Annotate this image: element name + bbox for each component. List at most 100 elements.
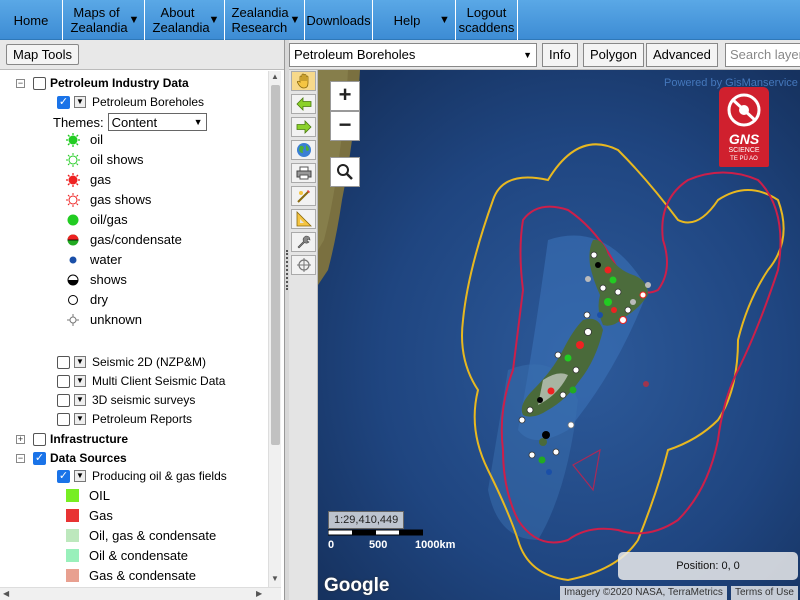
field-legend-item: OIL	[66, 488, 110, 503]
print-icon[interactable]	[291, 163, 316, 183]
nav-maps-of-zealandia[interactable]: Maps of Zealandia ▼	[63, 0, 145, 40]
terms-of-use-link[interactable]: Terms of Use	[731, 586, 798, 600]
vertical-scrollbar[interactable]: ▲ ▼	[268, 71, 281, 587]
nav-about-zealandia[interactable]: About Zealandia ▼	[145, 0, 225, 40]
legend-label: gas	[90, 172, 111, 187]
layer-label: Petroleum Reports	[92, 412, 193, 426]
collapse-icon[interactable]: −	[16, 453, 25, 463]
crosshair-icon[interactable]	[291, 255, 316, 275]
petroleum-group-label: Petroleum Industry Data	[50, 76, 189, 90]
petroleum-group-checkbox[interactable]	[33, 76, 46, 90]
data-sources-label: Data Sources	[50, 451, 127, 465]
horizontal-scrollbar[interactable]: ◀ ▶	[0, 587, 281, 600]
field-legend-item: Gas & condensate	[66, 568, 196, 583]
legend-label: oil/gas	[90, 212, 128, 227]
nav-logout[interactable]: Logout scaddens	[456, 0, 518, 40]
nav-zealandia-research[interactable]: Zealandia Research ▼	[225, 0, 305, 40]
pan-hand-icon[interactable]	[291, 71, 316, 91]
nav-help[interactable]: Help ▼	[373, 0, 456, 40]
shows-icon	[66, 273, 80, 287]
zoom-out-button[interactable]: −	[330, 111, 360, 141]
layer-options-icon[interactable]: ▼	[74, 394, 86, 406]
producing-fields-label: Producing oil & gas fields	[92, 469, 227, 483]
scale-bar	[328, 529, 423, 536]
chevron-down-icon: ▼	[193, 117, 203, 127]
tree-layer-multi-client: ▼ Multi Client Seismic Data	[57, 374, 225, 388]
advanced-button[interactable]: Advanced	[646, 43, 718, 67]
layer-options-icon[interactable]: ▼	[74, 375, 86, 387]
wrench-icon[interactable]	[291, 232, 316, 252]
legend-label: dry	[90, 292, 109, 307]
previous-extent-icon[interactable]	[291, 94, 316, 114]
oil-icon	[66, 132, 80, 147]
map-canvas[interactable]: Powered by GisManservice GNS SCIENCE TE …	[318, 70, 800, 600]
scale-label-500: 500	[369, 539, 388, 551]
legend-label: shows	[90, 272, 127, 287]
chevron-down-icon[interactable]: ▼	[129, 13, 143, 28]
legend-label: gas shows	[90, 192, 152, 207]
collapse-icon[interactable]: −	[16, 78, 25, 88]
cursor-position-readout: Position: 0, 0	[618, 552, 798, 580]
data-sources-checkbox[interactable]: ✓	[33, 451, 46, 465]
map-tool-strip	[289, 70, 318, 600]
info-button[interactable]: Info	[542, 43, 578, 67]
zoom-box-button[interactable]	[330, 157, 360, 187]
scroll-left-icon[interactable]: ◀	[3, 589, 9, 598]
gns-emblem-icon	[727, 93, 761, 127]
tree-layer-producing-fields: ✓ ▼ Producing oil & gas fields	[57, 469, 227, 483]
layer-options-icon[interactable]: ▼	[74, 96, 86, 108]
legend-item: gas shows	[66, 192, 151, 207]
google-logo: Google	[324, 575, 390, 596]
layer-options-icon[interactable]: ▼	[74, 413, 86, 425]
next-extent-icon[interactable]	[291, 117, 316, 137]
search-layers-input[interactable]: Search layers	[725, 43, 800, 67]
scroll-down-icon[interactable]: ▼	[271, 574, 279, 583]
expand-icon[interactable]: +	[16, 434, 25, 444]
gas-shows-icon	[66, 192, 80, 207]
nav-research-label: Zealandia Research	[231, 5, 289, 35]
producing-fields-checkbox[interactable]: ✓	[57, 469, 70, 483]
boreholes-checkbox[interactable]: ✓	[57, 95, 70, 109]
nav-downloads[interactable]: Downloads	[305, 0, 373, 40]
layer-checkbox[interactable]	[57, 355, 70, 369]
layer-options-icon[interactable]: ▼	[74, 356, 86, 368]
layer-checkbox[interactable]	[57, 374, 70, 388]
layer-checkbox[interactable]	[57, 393, 70, 407]
globe-icon[interactable]	[291, 140, 316, 160]
oil-gas-icon	[66, 213, 80, 227]
layer-tree: − Petroleum Industry Data ✓ ▼ Petroleum …	[0, 71, 268, 587]
scrollbar-thumb[interactable]	[271, 85, 280, 445]
logo-subtext-maori: TE PŪ AO	[730, 156, 758, 162]
zoom-in-button[interactable]: +	[330, 81, 360, 111]
field-legend-item: Gas	[66, 508, 113, 523]
splitter-grip	[286, 250, 288, 290]
map-tools-header: Map Tools	[0, 40, 284, 70]
tree-layer-petroleum-reports: ▼ Petroleum Reports	[57, 412, 192, 426]
legend-label: unknown	[90, 312, 143, 327]
layer-select[interactable]: Petroleum Boreholes ▼	[289, 43, 537, 67]
measure-ruler-icon[interactable]	[291, 209, 316, 229]
layer-checkbox[interactable]	[57, 412, 70, 426]
draw-tools-icon[interactable]	[291, 186, 316, 206]
scale-label-0: 0	[328, 539, 335, 551]
infrastructure-checkbox[interactable]	[33, 432, 46, 446]
themes-select[interactable]: Content ▼	[107, 113, 207, 131]
legend-label: oil shows	[90, 152, 144, 167]
infrastructure-label: Infrastructure	[50, 432, 129, 446]
chevron-down-icon[interactable]: ▼	[209, 13, 223, 28]
chevron-down-icon[interactable]: ▼	[439, 13, 453, 28]
chevron-down-icon: ▼	[523, 50, 532, 60]
polygon-button[interactable]: Polygon	[583, 43, 644, 67]
nav-logout-label: Logout scaddens	[458, 5, 515, 35]
tree-layer-seismic-2d: ▼ Seismic 2D (NZP&M)	[57, 355, 206, 369]
legend-label: water	[90, 252, 122, 267]
tree-group-petroleum: − Petroleum Industry Data	[16, 76, 189, 90]
field-legend-label: Oil & condensate	[89, 548, 189, 563]
scroll-up-icon[interactable]: ▲	[271, 72, 279, 81]
map-tools-button[interactable]: Map Tools	[6, 44, 80, 65]
legend-item: oil/gas	[66, 212, 128, 227]
field-legend-item: Oil & condensate	[66, 548, 188, 563]
nav-home[interactable]: Home	[0, 0, 63, 40]
layer-options-icon[interactable]: ▼	[74, 470, 86, 482]
scroll-right-icon[interactable]: ▶	[256, 589, 262, 598]
